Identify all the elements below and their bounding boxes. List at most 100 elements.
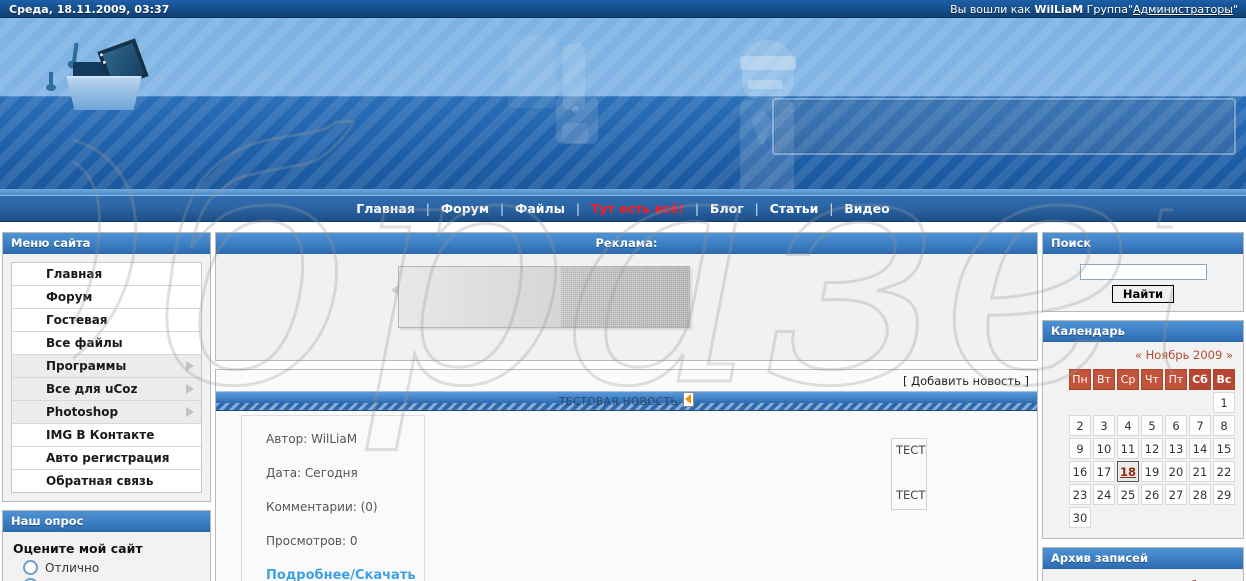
nav-item[interactable]: Блог bbox=[704, 196, 750, 221]
sidebar-item-label[interactable]: Photoshop bbox=[12, 401, 201, 423]
calendar-day[interactable]: 27 bbox=[1165, 484, 1187, 505]
calendar-day[interactable]: 5 bbox=[1141, 415, 1163, 436]
sidebar-item-label[interactable]: Программы bbox=[12, 355, 201, 377]
nav-item[interactable]: Статьи bbox=[764, 196, 825, 221]
banner-placeholder-bar bbox=[772, 98, 1236, 155]
calendar-day[interactable]: 26 bbox=[1141, 484, 1163, 505]
calendar-day-empty bbox=[1189, 507, 1211, 528]
calendar-day-empty bbox=[1093, 507, 1115, 528]
calendar-day[interactable]: 20 bbox=[1165, 461, 1187, 482]
content-columns: Меню сайта Главная Форум Гостевая Все фа… bbox=[0, 228, 1246, 581]
calendar-day[interactable]: 7 bbox=[1189, 415, 1211, 436]
poll-option-0[interactable]: Отлично bbox=[23, 560, 202, 575]
news-more-link[interactable]: Подробнее/Скачать bbox=[266, 568, 416, 581]
calendar-day[interactable]: 11 bbox=[1117, 438, 1139, 459]
poll-option-label: Отлично bbox=[45, 560, 100, 575]
sidebar-item-vse-fajly[interactable]: Все файлы bbox=[12, 332, 201, 355]
nav-link-0[interactable]: Главная bbox=[350, 201, 421, 216]
nav-link-2[interactable]: Файлы bbox=[509, 201, 571, 216]
sidebar-item-label[interactable]: Гостевая bbox=[12, 309, 201, 331]
calendar-day[interactable]: 25 bbox=[1117, 484, 1139, 505]
calendar-day[interactable]: 13 bbox=[1165, 438, 1187, 459]
sidebar-item-label[interactable]: Все файлы bbox=[12, 332, 201, 354]
calendar-day[interactable]: 14 bbox=[1189, 438, 1211, 459]
calendar-day[interactable]: 28 bbox=[1189, 484, 1211, 505]
sidebar-item-label[interactable]: Обратная связь bbox=[12, 470, 201, 492]
calendar-day[interactable]: 19 bbox=[1141, 461, 1163, 482]
calendar-day[interactable]: 1 bbox=[1213, 392, 1235, 413]
calendar-weekday-0: Пн bbox=[1069, 369, 1091, 390]
media-basket-icon bbox=[46, 38, 155, 112]
nav-link-5[interactable]: Статьи bbox=[764, 201, 825, 216]
calendar-day[interactable]: 17 bbox=[1093, 461, 1115, 482]
group-link[interactable]: Администраторы bbox=[1133, 3, 1233, 16]
calendar-day[interactable]: 30 bbox=[1069, 507, 1091, 528]
calendar-day[interactable]: 8 bbox=[1213, 415, 1235, 436]
nav-separator: | bbox=[499, 201, 505, 216]
calendar-weekday-row: Пн Вт Ср Чт Пт Сб Вс bbox=[1069, 369, 1235, 390]
sidebar-item-label[interactable]: IMG В Контакте bbox=[12, 424, 201, 446]
nav-link-6[interactable]: Видео bbox=[838, 201, 895, 216]
calendar-day[interactable]: 9 bbox=[1069, 438, 1091, 459]
news-meta-author: Автор: WilLiaM bbox=[266, 432, 358, 446]
calendar-day[interactable]: 16 bbox=[1069, 461, 1091, 482]
calendar-day[interactable]: 6 bbox=[1165, 415, 1187, 436]
nav-item[interactable]: Файлы bbox=[509, 196, 571, 221]
calendar-day[interactable]: 24 bbox=[1093, 484, 1115, 505]
calendar-day[interactable]: 29 bbox=[1213, 484, 1235, 505]
calendar-day[interactable]: 15 bbox=[1213, 438, 1235, 459]
calendar-day[interactable]: 21 bbox=[1189, 461, 1211, 482]
sidebar-item-vse-dlya-ucoz[interactable]: Все для uCoz bbox=[12, 378, 201, 401]
calendar-day-empty bbox=[1141, 507, 1163, 528]
calendar-table: Пн Вт Ср Чт Пт Сб Вс 1 2 3 4 5 6 7 8 9 10 11 12 13 14… bbox=[1067, 367, 1237, 530]
sidebar-item-forum[interactable]: Форум bbox=[12, 286, 201, 309]
nav-item[interactable]: Форум bbox=[435, 196, 495, 221]
calendar-day[interactable]: 12 bbox=[1141, 438, 1163, 459]
calendar-week-row: 30 bbox=[1069, 507, 1235, 528]
sidebar-item-gostevaya[interactable]: Гостевая bbox=[12, 309, 201, 332]
add-news-link[interactable]: [ Добавить новость ] bbox=[903, 374, 1029, 388]
search-input[interactable] bbox=[1079, 264, 1207, 280]
nav-item[interactable]: Главная bbox=[350, 196, 421, 221]
sidebar-item-label[interactable]: Все для uCoz bbox=[12, 378, 201, 400]
calendar-day[interactable]: 2 bbox=[1069, 415, 1091, 436]
nav-separator: | bbox=[575, 201, 581, 216]
calendar-weekday-2: Ср bbox=[1117, 369, 1139, 390]
nav-link-4[interactable]: Блог bbox=[704, 201, 750, 216]
calendar-day[interactable]: 10 bbox=[1093, 438, 1115, 459]
nav-item[interactable]: Тут есть всё! bbox=[585, 196, 690, 221]
poll-question: Оцените мой сайт bbox=[13, 541, 143, 556]
calendar-day[interactable]: 22 bbox=[1213, 461, 1235, 482]
sidebar-item-label[interactable]: Авто регистрация bbox=[12, 447, 201, 469]
site-menu-body: Главная Форум Гостевая Все файлы Програм… bbox=[3, 254, 210, 501]
calendar-day[interactable]: 23 bbox=[1069, 484, 1091, 505]
nav-link-1[interactable]: Форум bbox=[435, 201, 495, 216]
nav-item[interactable]: Видео bbox=[838, 196, 895, 221]
calendar-day[interactable]: 4 bbox=[1117, 415, 1139, 436]
sidebar-item-label[interactable]: Главная bbox=[12, 263, 201, 285]
sidebar-item-programmy[interactable]: Программы bbox=[12, 355, 201, 378]
calendar-body: « Ноябрь 2009 » Пн Вт Ср Чт Пт Сб Вс 1 2… bbox=[1043, 342, 1243, 538]
ghost-phone-screen bbox=[562, 123, 588, 143]
news-meta-views: Просмотров: 0 bbox=[266, 534, 358, 548]
sidebar-item-img-vkontakte[interactable]: IMG В Контакте bbox=[12, 424, 201, 447]
sidebar-item-avto-registraciya[interactable]: Авто регистрация bbox=[12, 447, 201, 470]
advertisement-placeholder[interactable] bbox=[398, 266, 690, 328]
site-menu-list: Главная Форум Гостевая Все файлы Програм… bbox=[11, 262, 202, 493]
calendar-day-today[interactable]: 18 bbox=[1117, 461, 1139, 482]
news-body: Автор: WilLiaM Дата: Сегодня Комментарии… bbox=[216, 411, 1037, 581]
ghost-panel-shape bbox=[508, 36, 556, 108]
nav-link-3[interactable]: Тут есть всё! bbox=[585, 201, 690, 216]
calendar-day[interactable]: 3 bbox=[1093, 415, 1115, 436]
sidebar-item-glavnaya[interactable]: Главная bbox=[12, 263, 201, 286]
search-button[interactable]: Найти bbox=[1111, 285, 1175, 303]
radio-icon[interactable] bbox=[23, 560, 38, 575]
poll-block: Наш опрос Оцените мой сайт Отлично Хорош… bbox=[2, 510, 211, 581]
calendar-next-month[interactable]: » bbox=[1226, 348, 1233, 362]
calendar-prev-month[interactable]: « bbox=[1135, 348, 1142, 362]
sidebar-item-obratnaya-svyaz[interactable]: Обратная связь bbox=[12, 470, 201, 492]
calendar-day-empty bbox=[1069, 392, 1091, 413]
sidebar-item-label[interactable]: Форум bbox=[12, 286, 201, 308]
calendar-day-empty bbox=[1117, 392, 1139, 413]
sidebar-item-photoshop[interactable]: Photoshop bbox=[12, 401, 201, 424]
